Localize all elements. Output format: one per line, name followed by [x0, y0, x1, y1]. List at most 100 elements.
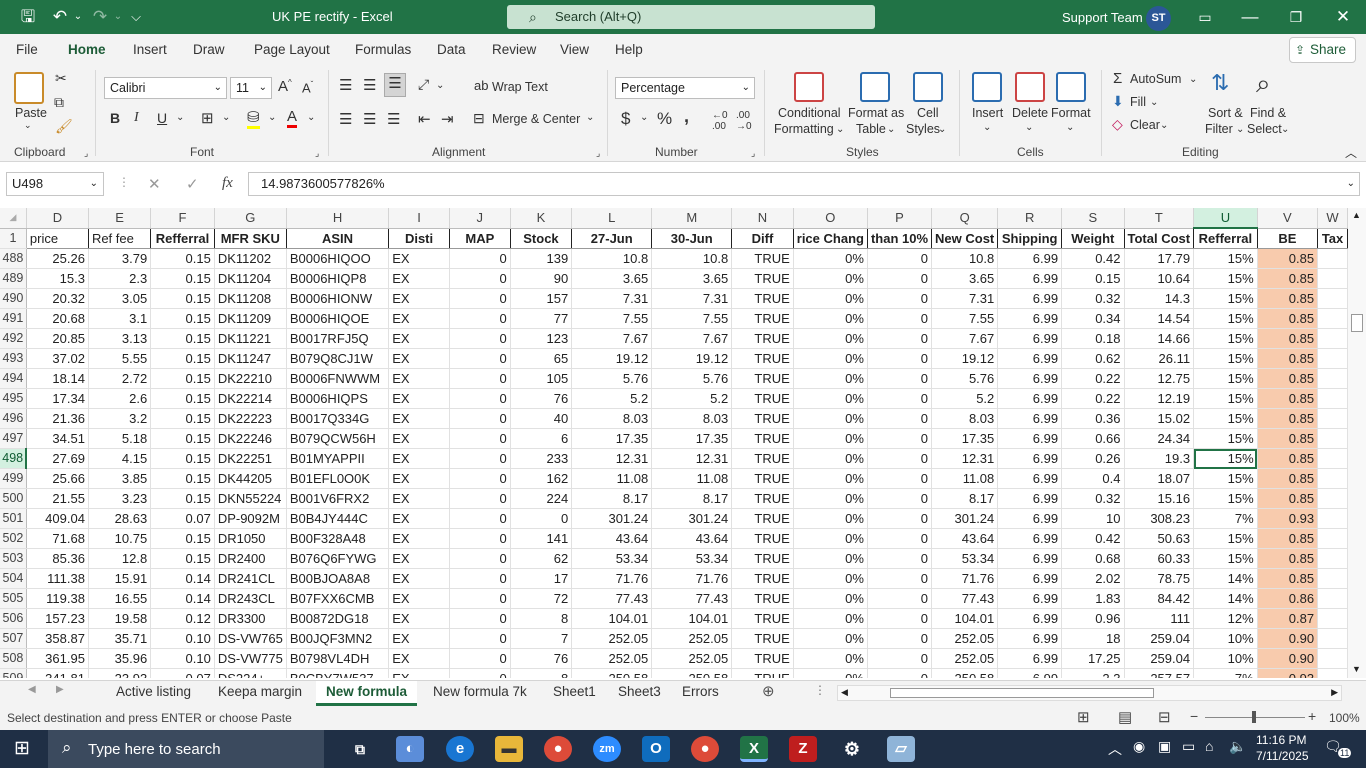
cell[interactable]: 5.76 — [651, 368, 733, 389]
cell[interactable]: 5.2 — [931, 388, 999, 409]
cell[interactable] — [1317, 408, 1348, 429]
page-break-view-icon[interactable]: ⊟ — [1158, 708, 1171, 726]
cell[interactable]: 0.85 — [1257, 428, 1319, 449]
cell[interactable]: 17.34 — [26, 388, 89, 409]
cell[interactable]: EX — [388, 328, 450, 349]
cell[interactable]: EX — [388, 528, 450, 549]
cell[interactable]: B001V6FRX2 — [286, 488, 390, 509]
cell[interactable]: 17.25 — [1061, 648, 1125, 669]
cell[interactable]: DK22246 — [214, 428, 287, 449]
chevron-down-icon[interactable]: ⌄ — [1236, 124, 1244, 135]
cell[interactable]: 139 — [510, 248, 573, 269]
font-name-select[interactable]: Calibri ⌄ — [104, 77, 227, 99]
cell[interactable]: 0 — [449, 648, 511, 669]
sheet-tab-new-formula-7k[interactable]: New formula 7k — [423, 681, 537, 706]
merge-center-button[interactable]: Merge & Center — [492, 112, 580, 126]
cell[interactable]: 35.96 — [88, 648, 152, 669]
page-layout-view-icon[interactable]: ▤ — [1118, 708, 1132, 726]
scroll-right-icon[interactable]: ▶ — [1331, 687, 1338, 698]
column-title-cell[interactable]: Shipping — [997, 228, 1063, 249]
cell[interactable]: 60.33 — [1124, 548, 1195, 569]
orientation-icon[interactable]: ⤢ — [418, 76, 429, 93]
cell[interactable]: 7.31 — [571, 288, 653, 309]
cell[interactable]: 3.85 — [88, 468, 152, 489]
column-header-n[interactable]: N — [731, 208, 794, 229]
chrome-profile-icon[interactable]: ● — [691, 736, 719, 762]
cell[interactable]: 0.85 — [1257, 488, 1319, 509]
cell[interactable]: 157 — [510, 288, 573, 309]
cell[interactable]: 0.90 — [1257, 648, 1319, 669]
cell[interactable]: 15.16 — [1124, 488, 1195, 509]
cell[interactable]: 308.23 — [1124, 508, 1195, 529]
cell[interactable]: 0% — [793, 288, 868, 309]
cell[interactable]: EX — [388, 648, 450, 669]
cell[interactable]: 7.67 — [571, 328, 653, 349]
cell[interactable]: 15% — [1193, 308, 1258, 329]
cell[interactable]: 6.99 — [997, 488, 1063, 509]
cell[interactable]: 77.43 — [571, 588, 653, 609]
cell[interactable]: EX — [388, 608, 450, 629]
cell[interactable]: 76 — [510, 648, 573, 669]
cell[interactable]: 15.91 — [88, 568, 152, 589]
cell[interactable]: 0 — [449, 668, 511, 678]
cell[interactable] — [1317, 608, 1348, 629]
cell[interactable]: B079Q8CJ1W — [286, 348, 390, 369]
column-header-u[interactable]: U — [1193, 208, 1258, 229]
cell[interactable]: 0 — [867, 648, 933, 669]
tab-file[interactable]: File — [16, 42, 38, 57]
chevron-down-icon[interactable]: ⌄ — [1160, 120, 1168, 131]
cell[interactable] — [1317, 488, 1348, 509]
cell[interactable]: 0.15 — [150, 268, 215, 289]
column-header-o[interactable]: O — [793, 208, 868, 229]
cell[interactable]: 16.55 — [88, 588, 152, 609]
cell[interactable]: B0017Q334G — [286, 408, 390, 429]
column-title-cell[interactable]: ASIN — [286, 228, 390, 249]
column-title-cell[interactable]: BE — [1257, 228, 1319, 249]
cell[interactable]: 15% — [1193, 448, 1258, 469]
cell[interactable]: 20.68 — [26, 308, 89, 329]
cell[interactable]: 0 — [867, 248, 933, 269]
cell[interactable]: 6.99 — [997, 608, 1063, 629]
notepad-icon[interactable]: ▱ — [887, 736, 915, 762]
minimize-icon[interactable]: — — [1238, 6, 1262, 28]
cell[interactable]: 37.02 — [26, 348, 89, 369]
cell[interactable]: B0006HIQP8 — [286, 268, 390, 289]
cell[interactable]: 12.75 — [1124, 368, 1195, 389]
close-icon[interactable]: ✕ — [1331, 6, 1355, 28]
cell[interactable]: 0.15 — [150, 468, 215, 489]
cell[interactable]: 0.85 — [1257, 368, 1319, 389]
cancel-icon[interactable]: ✕ — [148, 175, 161, 193]
column-title-cell[interactable]: price — [26, 228, 89, 249]
cell[interactable]: 71.76 — [571, 568, 653, 589]
cell[interactable]: 3.23 — [88, 488, 152, 509]
cell[interactable]: 0% — [793, 568, 868, 589]
cell[interactable]: EX — [388, 588, 450, 609]
cell[interactable]: 0.15 — [150, 328, 215, 349]
cell[interactable]: 0% — [793, 488, 868, 509]
cell[interactable]: 19.12 — [651, 348, 733, 369]
cell[interactable]: TRUE — [731, 268, 794, 289]
cell[interactable]: TRUE — [731, 248, 794, 269]
clear-icon[interactable]: ◇ — [1112, 116, 1123, 133]
cell[interactable]: 7.55 — [571, 308, 653, 329]
cell[interactable]: 6.99 — [997, 648, 1063, 669]
outlook-icon[interactable]: O — [642, 736, 670, 762]
chevron-down-icon[interactable]: ⌄ — [176, 112, 184, 123]
column-header-d[interactable]: D — [26, 208, 89, 229]
cell[interactable]: 361.95 — [26, 648, 89, 669]
cell[interactable]: 0% — [793, 428, 868, 449]
cell[interactable]: 3.1 — [88, 308, 152, 329]
cell[interactable]: 0.15 — [150, 448, 215, 469]
cell[interactable]: 301.24 — [931, 508, 999, 529]
align-middle-icon[interactable]: ☰ — [363, 76, 376, 94]
cell[interactable]: 0.07 — [150, 668, 215, 678]
cell[interactable]: 0 — [449, 288, 511, 309]
cell[interactable]: 7.55 — [651, 308, 733, 329]
cell[interactable]: 0 — [449, 268, 511, 289]
cell[interactable]: TRUE — [731, 388, 794, 409]
cell[interactable]: 0.15 — [150, 428, 215, 449]
align-right-icon[interactable]: ☰ — [387, 110, 400, 128]
normal-view-icon[interactable]: ⊞ — [1077, 708, 1090, 726]
cell[interactable]: 0.10 — [150, 628, 215, 649]
cell[interactable] — [1317, 348, 1348, 369]
